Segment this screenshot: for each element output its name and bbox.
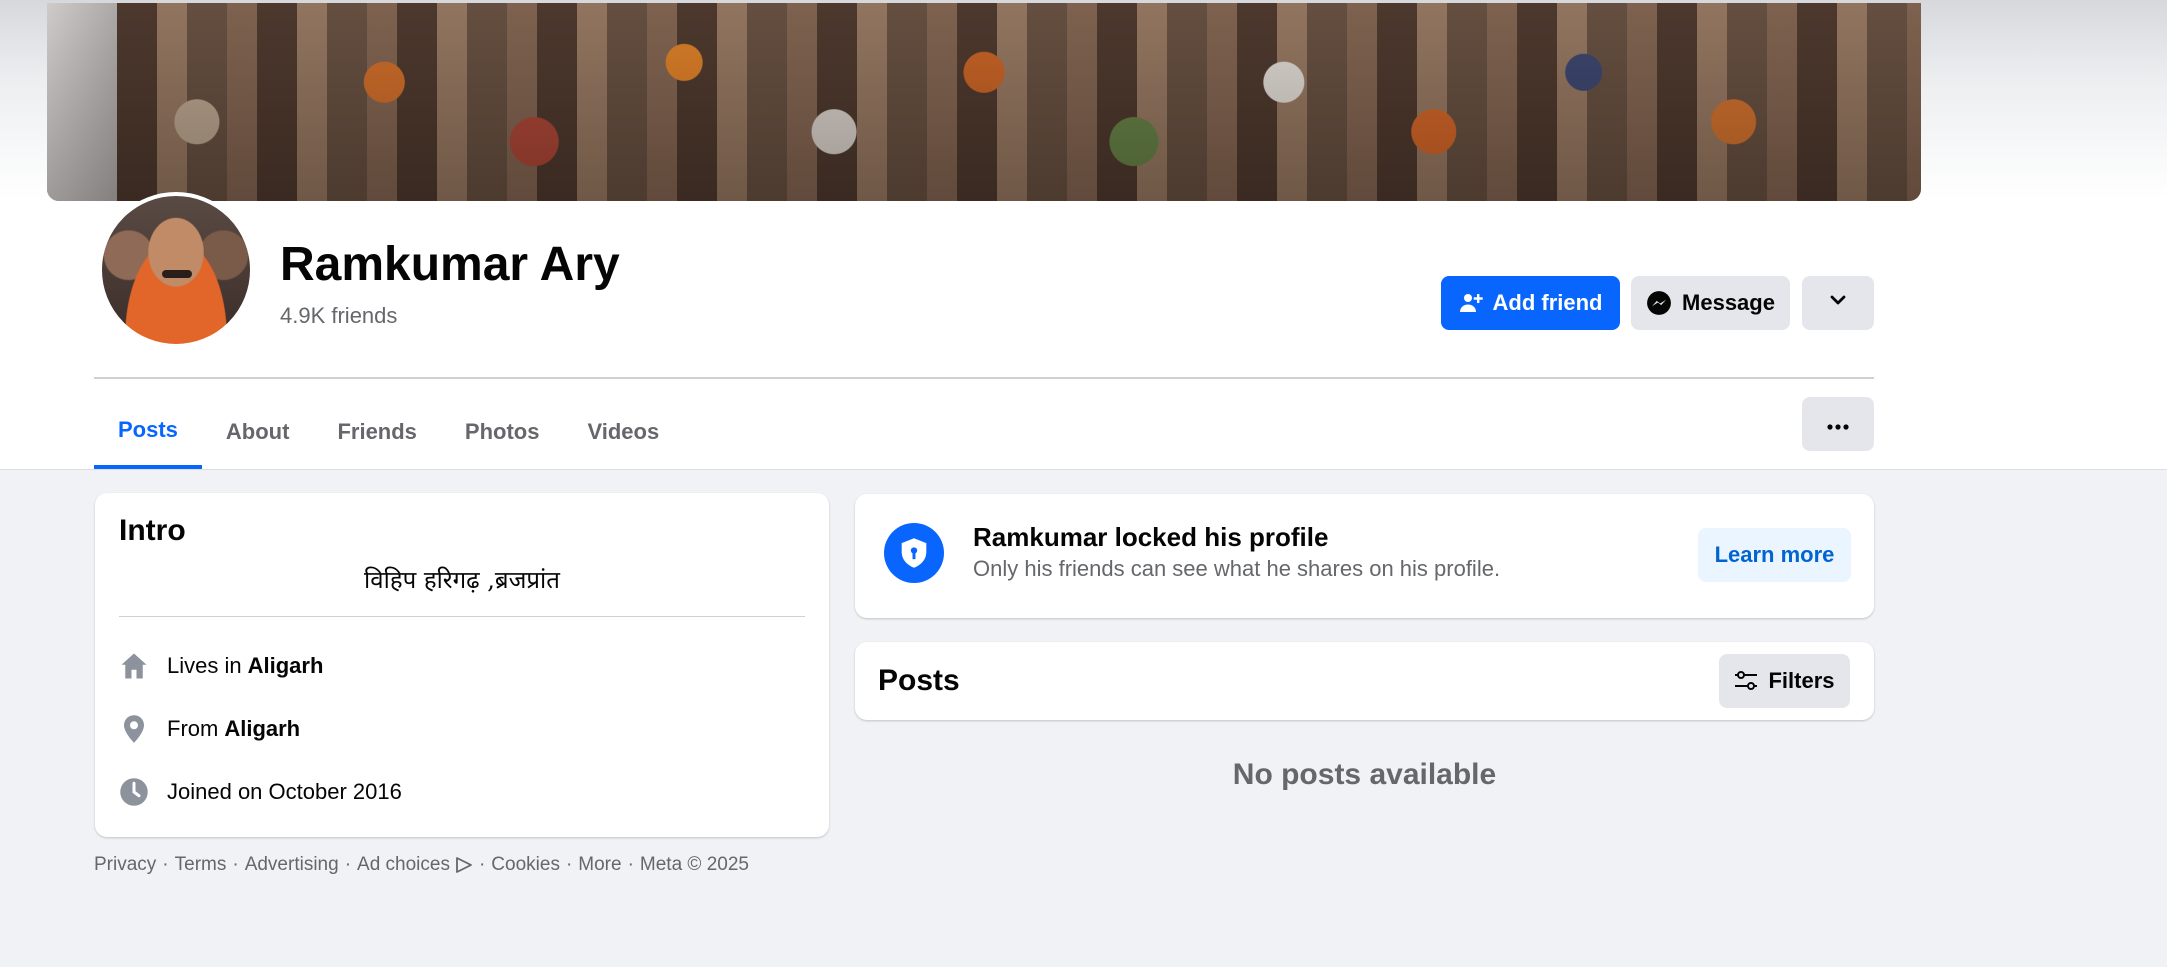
profile-tabs: Posts About Friends Photos Videos bbox=[94, 395, 683, 469]
filters-button[interactable]: Filters bbox=[1719, 654, 1850, 708]
intro-divider bbox=[119, 616, 805, 617]
from-city[interactable]: Aligarh bbox=[224, 716, 300, 742]
posts-title: Posts bbox=[878, 664, 960, 697]
more-dots-icon bbox=[1827, 411, 1849, 437]
shield-lock-icon bbox=[884, 523, 944, 583]
footer-more-link[interactable]: More bbox=[578, 854, 621, 876]
footer-links: Privacy · Terms · Advertising · Ad choic… bbox=[94, 854, 749, 876]
add-friend-label: Add friend bbox=[1492, 290, 1603, 315]
footer-cookies-link[interactable]: Cookies bbox=[491, 854, 560, 876]
add-friend-button[interactable]: Add friend bbox=[1441, 276, 1620, 330]
home-icon bbox=[119, 651, 149, 681]
add-person-icon bbox=[1459, 291, 1483, 315]
lives-in-prefix: Lives in bbox=[167, 653, 242, 678]
posts-header-card: Posts Filters bbox=[855, 642, 1874, 720]
friends-count[interactable]: 4.9K friends bbox=[280, 302, 397, 330]
profile-name: Ramkumar Ary bbox=[280, 238, 620, 291]
tab-videos[interactable]: Videos bbox=[563, 395, 683, 469]
intro-bio: विहिप हरिगढ़ ,ब्रजप्रांत bbox=[364, 566, 560, 594]
intro-title: Intro bbox=[119, 514, 186, 547]
filters-icon bbox=[1734, 670, 1758, 692]
message-label: Message bbox=[1682, 290, 1775, 315]
footer-ad-choices-link[interactable]: Ad choices bbox=[357, 854, 450, 876]
learn-more-button[interactable]: Learn more bbox=[1698, 528, 1851, 582]
footer-privacy-link[interactable]: Privacy bbox=[94, 854, 156, 876]
from-row: From Aligarh bbox=[119, 711, 300, 747]
no-posts-message: No posts available bbox=[1232, 758, 1497, 791]
more-options-button[interactable] bbox=[1802, 276, 1874, 330]
tab-posts[interactable]: Posts bbox=[94, 395, 202, 469]
joined-text: Joined on October 2016 bbox=[167, 779, 402, 804]
locked-title: Ramkumar locked his profile bbox=[973, 522, 1329, 552]
cover-photo[interactable] bbox=[47, 3, 1921, 201]
tabs-more-button[interactable] bbox=[1802, 397, 1874, 451]
locked-subtitle: Only his friends can see what he shares … bbox=[973, 556, 1501, 581]
chevron-down-icon bbox=[1828, 290, 1848, 316]
tab-about[interactable]: About bbox=[202, 395, 314, 469]
tab-photos[interactable]: Photos bbox=[441, 395, 564, 469]
ad-choices-icon bbox=[455, 857, 473, 873]
filters-label: Filters bbox=[1768, 668, 1835, 693]
joined-row: Joined on October 2016 bbox=[119, 774, 402, 810]
clock-icon bbox=[119, 777, 149, 807]
footer-advertising-link[interactable]: Advertising bbox=[245, 854, 339, 876]
lives-in-row: Lives in Aligarh bbox=[119, 648, 323, 684]
message-button[interactable]: Message bbox=[1631, 276, 1790, 330]
footer-terms-link[interactable]: Terms bbox=[175, 854, 227, 876]
intro-card: Intro विहिप हरिगढ़ ,ब्रजप्रांत Lives in … bbox=[95, 493, 829, 837]
profile-avatar[interactable] bbox=[98, 192, 254, 348]
lives-in-city[interactable]: Aligarh bbox=[248, 653, 324, 679]
from-prefix: From bbox=[167, 716, 219, 741]
tab-friends[interactable]: Friends bbox=[313, 395, 440, 469]
header-divider bbox=[94, 377, 1874, 379]
locked-profile-card: Ramkumar locked his profile Only his fri… bbox=[855, 494, 1874, 618]
location-pin-icon bbox=[119, 714, 149, 744]
footer-copyright: Meta © 2025 bbox=[639, 854, 749, 875]
messenger-icon bbox=[1646, 290, 1672, 316]
